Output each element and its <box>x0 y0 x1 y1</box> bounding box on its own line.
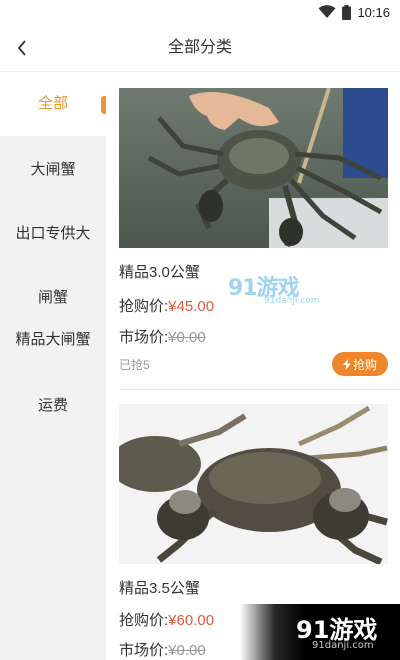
sidebar-item-label: 出口专供大 <box>15 225 91 242</box>
market-price: ¥0.00 <box>168 329 206 346</box>
product-list: 精品3.0公蟹 抢购价:¥45.00 市场价:¥0.00 已抢5 抢购 精品3.… <box>106 72 400 660</box>
battery-icon <box>342 4 352 20</box>
sidebar-item-shipping[interactable]: 运费 <box>0 394 106 415</box>
sidebar-item-export-line1[interactable]: 出口专供大 <box>0 222 106 243</box>
status-bar: 10:16 <box>0 0 400 24</box>
buy-button-label: 抢购 <box>352 357 377 372</box>
product-image <box>119 88 388 248</box>
sidebar-item-label: 精品大闸蟹 <box>15 331 91 348</box>
market-price-row: 市场价:¥0.00 <box>119 639 206 660</box>
watermark-logo: 91游戏 91danji.com <box>228 270 324 308</box>
sidebar-item-label: 全部 <box>37 95 68 112</box>
category-sidebar: 全部 大闸蟹 出口专供大 闸蟹 精品大闸蟹 运费 <box>0 72 106 660</box>
sold-count: 已抢5 <box>119 358 150 372</box>
buy-price-label: 抢购价: <box>119 298 169 315</box>
buy-price-label: 抢购价: <box>119 612 169 629</box>
sidebar-item-hairy-crab[interactable]: 大闸蟹 <box>0 158 106 179</box>
watermark-domain: 91danji.com <box>312 640 374 651</box>
watermark-domain: 91danji.com <box>264 296 320 306</box>
market-price: ¥0.00 <box>168 642 206 659</box>
sidebar-item-export-line2[interactable]: 闸蟹 <box>0 286 106 307</box>
product-name: 精品3.0公蟹 <box>119 264 200 281</box>
market-price-row: 市场价:¥0.00 <box>119 326 206 347</box>
buy-price: ¥45.00 <box>168 298 215 315</box>
market-price-label: 市场价: <box>119 642 169 659</box>
buy-price-row: 抢购价:¥45.00 <box>119 295 214 316</box>
product-image <box>119 404 388 564</box>
market-price-label: 市场价: <box>119 329 169 346</box>
watermark-corner-logo: 91游戏 91danji.com <box>240 604 400 660</box>
sidebar-item-label: 大闸蟹 <box>30 161 76 178</box>
page-title: 全部分类 <box>167 39 232 56</box>
sidebar-item-all[interactable]: 全部 <box>0 72 106 136</box>
product-name: 精品3.5公蟹 <box>119 580 200 597</box>
buy-price: ¥60.00 <box>168 612 215 629</box>
product-card[interactable]: 精品3.0公蟹 抢购价:¥45.00 市场价:¥0.00 已抢5 抢购 <box>106 88 400 388</box>
status-time: 10:16 <box>357 4 390 20</box>
sidebar-item-label: 运费 <box>37 397 68 414</box>
wifi-icon <box>318 5 336 18</box>
sidebar-item-label: 闸蟹 <box>37 289 68 306</box>
buy-price-row: 抢购价:¥60.00 <box>119 609 214 630</box>
app-bar: 全部分类 <box>0 24 400 72</box>
divider <box>119 389 400 390</box>
lightning-icon <box>342 358 351 370</box>
buy-button[interactable]: 抢购 <box>332 352 388 376</box>
status-icons: 10:16 <box>318 2 390 22</box>
sidebar-item-premium[interactable]: 精品大闸蟹 <box>0 328 106 349</box>
